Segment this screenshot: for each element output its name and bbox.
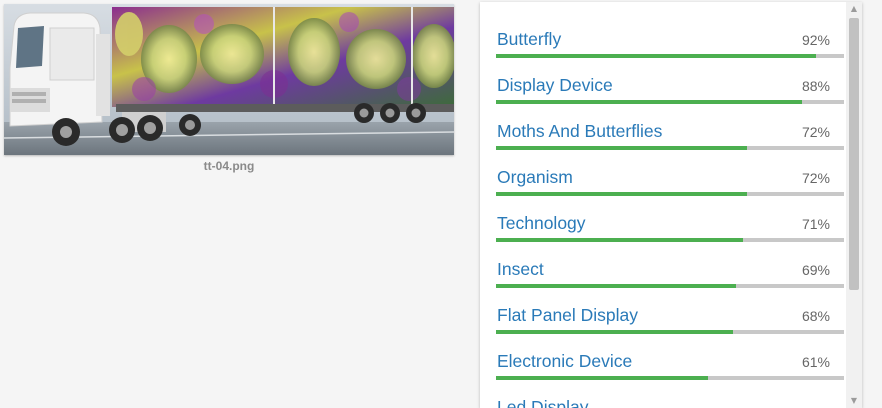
label-name-link[interactable]: Display Device	[497, 75, 613, 96]
label-score-percent: 92%	[801, 32, 830, 48]
label-score-percent: 71%	[801, 216, 830, 232]
image-thumbnail[interactable]	[4, 4, 454, 155]
vertical-scrollbar[interactable]: ▲ ▼	[846, 2, 862, 408]
scroll-up-arrow-icon[interactable]: ▲	[846, 2, 862, 16]
label-name-link[interactable]: Insect	[497, 259, 544, 280]
labels-panel: Butterfly 92% Display Device 88% Moths And B…	[480, 2, 862, 408]
label-name-link[interactable]: Moths And Butterflies	[497, 121, 662, 142]
label-row[interactable]: Moths And Butterflies 72%	[496, 94, 844, 150]
label-score-percent: 68%	[801, 308, 830, 324]
label-row[interactable]: Display Device 88%	[496, 48, 844, 104]
label-name-link[interactable]: Led Display	[497, 397, 588, 408]
label-row[interactable]: Electronic Device 61%	[496, 324, 844, 380]
image-caption: tt-04.png	[203, 159, 255, 173]
label-score-percent: 61%	[801, 354, 830, 370]
label-list: Butterfly 92% Display Device 88% Moths And B…	[496, 2, 844, 408]
label-row[interactable]: Flat Panel Display 68%	[496, 278, 844, 334]
label-row[interactable]: Organism 72%	[496, 140, 844, 196]
scroll-thumb[interactable]	[849, 18, 859, 290]
label-row[interactable]: Butterfly 92%	[496, 2, 844, 58]
label-name-link[interactable]: Organism	[497, 167, 573, 188]
scroll-down-arrow-icon[interactable]: ▼	[846, 394, 862, 408]
label-score-percent: 72%	[801, 124, 830, 140]
label-name-link[interactable]: Butterfly	[497, 29, 561, 50]
label-score-percent: 72%	[801, 170, 830, 186]
label-score-percent: 88%	[801, 78, 830, 94]
label-row[interactable]: Led Display	[496, 370, 844, 408]
label-name-link[interactable]: Flat Panel Display	[497, 305, 638, 326]
label-row[interactable]: Technology 71%	[496, 186, 844, 242]
label-detection-page: tt-04.png Butterfly 92% Display Device 88% M…	[0, 0, 882, 408]
label-score-percent: 69%	[801, 262, 830, 278]
label-row[interactable]: Insect 69%	[496, 232, 844, 288]
label-name-link[interactable]: Electronic Device	[497, 351, 632, 372]
truck-image	[4, 4, 454, 155]
label-name-link[interactable]: Technology	[497, 213, 586, 234]
